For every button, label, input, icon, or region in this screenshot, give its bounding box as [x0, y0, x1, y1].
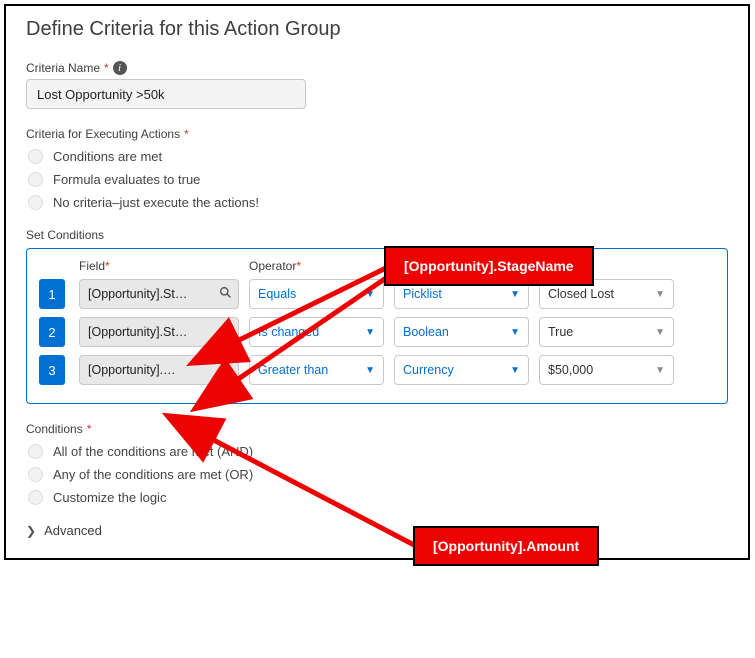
exec-radio-formula[interactable]: Formula evaluates to true [28, 172, 728, 187]
col-field: Field* [79, 259, 239, 273]
field-lookup[interactable]: [Opportunity].… [79, 355, 239, 385]
value-select[interactable]: $50,000▼ [539, 355, 674, 385]
chevron-down-icon: ▼ [510, 365, 520, 376]
cond-radio-and[interactable]: All of the conditions are met (AND) [28, 444, 728, 459]
search-icon [219, 362, 232, 378]
annotation-stagename: [Opportunity].StageName [384, 246, 594, 286]
row-number: 3 [39, 355, 65, 385]
operator-select[interactable]: Is changed▼ [249, 317, 384, 347]
chevron-down-icon: ▼ [655, 365, 665, 376]
radio-icon [28, 149, 43, 164]
radio-icon [28, 467, 43, 482]
row-number: 2 [39, 317, 65, 347]
search-icon [219, 286, 232, 302]
radio-icon [28, 444, 43, 459]
criteria-panel: Define Criteria for this Action Group Cr… [4, 4, 750, 560]
chevron-down-icon: ▼ [510, 289, 520, 300]
advanced-toggle[interactable]: ❯ Advanced [26, 523, 728, 538]
radio-icon [28, 490, 43, 505]
exec-radio-no-criteria[interactable]: No criteria–just execute the actions! [28, 195, 728, 210]
annotation-amount: [Opportunity].Amount [413, 526, 599, 566]
chevron-down-icon: ▼ [655, 289, 665, 300]
chevron-down-icon: ▼ [510, 327, 520, 338]
exec-radio-conditions-met[interactable]: Conditions are met [28, 149, 728, 164]
set-conditions-label: Set Conditions [26, 228, 728, 242]
criteria-name-label: Criteria Name* i [26, 61, 728, 75]
chevron-down-icon: ▼ [365, 289, 375, 300]
chevron-right-icon: ❯ [26, 524, 36, 538]
table-row: 3 [Opportunity].… Greater than▼ Currency… [39, 355, 715, 385]
field-lookup[interactable]: [Opportunity].St… [79, 279, 239, 309]
exec-criteria-label: Criteria for Executing Actions* [26, 127, 728, 141]
field-lookup[interactable]: [Opportunity].St… [79, 317, 239, 347]
criteria-name-input[interactable] [26, 79, 306, 109]
operator-select[interactable]: Equals▼ [249, 279, 384, 309]
conditions-table: Field* Operator* Type* Value* 1 [Opportu… [26, 248, 728, 404]
search-icon [219, 324, 232, 340]
table-row: 1 [Opportunity].St… Equals▼ Picklist▼ Cl… [39, 279, 715, 309]
col-operator: Operator* [249, 259, 384, 273]
chevron-down-icon: ▼ [655, 327, 665, 338]
chevron-down-icon: ▼ [365, 327, 375, 338]
page-title: Define Criteria for this Action Group [26, 18, 728, 41]
info-icon[interactable]: i [113, 61, 127, 75]
table-row: 2 [Opportunity].St… Is changed▼ Boolean▼… [39, 317, 715, 347]
row-number: 1 [39, 279, 65, 309]
conditions-label: Conditions* [26, 422, 728, 436]
value-select[interactable]: True▼ [539, 317, 674, 347]
cond-radio-or[interactable]: Any of the conditions are met (OR) [28, 467, 728, 482]
chevron-down-icon: ▼ [365, 365, 375, 376]
type-select[interactable]: Boolean▼ [394, 317, 529, 347]
radio-icon [28, 172, 43, 187]
type-select[interactable]: Currency▼ [394, 355, 529, 385]
radio-icon [28, 195, 43, 210]
cond-radio-custom[interactable]: Customize the logic [28, 490, 728, 505]
operator-select[interactable]: Greater than▼ [249, 355, 384, 385]
